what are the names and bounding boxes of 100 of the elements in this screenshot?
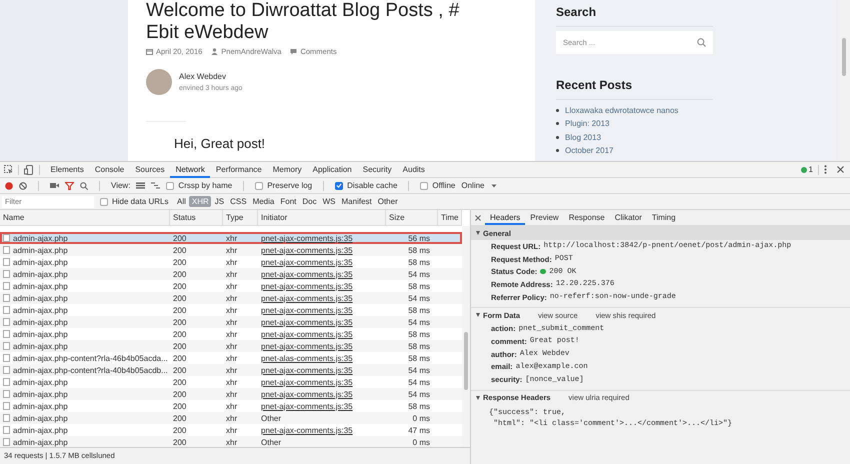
devtools-tab[interactable]: Console (89, 162, 130, 178)
camera-icon[interactable] (50, 182, 59, 189)
checkbox[interactable] (255, 182, 264, 190)
device-icon[interactable] (24, 164, 34, 174)
devtools-tab[interactable]: Sources (130, 162, 170, 178)
throttling-dropdown[interactable]: Online (461, 181, 484, 190)
scrollbar-thumb[interactable] (842, 38, 846, 76)
list-view-icon[interactable] (136, 182, 146, 189)
request-type: xhr (225, 402, 238, 410)
search-icon[interactable] (80, 182, 88, 190)
checkbox[interactable] (100, 198, 108, 206)
close-icon[interactable] (837, 166, 844, 173)
request-name: admin-ajax.php (13, 414, 68, 422)
filter-type-button[interactable]: WS (320, 196, 338, 207)
request-row[interactable]: admin-ajax.php-content?rla-40b4b05acdb... 200 xhr pnet-ajax-comments.js:35 54 ms (0, 364, 462, 376)
request-type: xhr (225, 234, 238, 242)
close-icon[interactable] (475, 214, 481, 220)
request-row[interactable]: admin-ajax.php 200 xhr pnet-ajax-comments.js:35 54 ms (0, 316, 462, 328)
initiator-link[interactable]: pnet-ajax-comments.js:35 (261, 390, 353, 398)
request-row[interactable]: admin-ajax.php 200 xhr pnet-ajax-comments.js:35 54 ms (0, 388, 462, 400)
kebab-menu-icon[interactable] (824, 165, 827, 174)
initiator-link[interactable]: pnet-ajax-comments.js:35 (261, 318, 353, 326)
details-tab[interactable]: Preview (525, 210, 564, 225)
record-icon[interactable] (5, 182, 13, 190)
filter-type-button[interactable]: All (174, 196, 188, 207)
initiator-link[interactable]: pnet-ajax-comments.js:35 (261, 282, 353, 290)
initiator-link[interactable]: pnet-ajax-comments.js:35 (261, 258, 353, 266)
request-row[interactable]: admin-ajax.php 200 xhr pnet-ajax-comments.js:35 58 ms (0, 340, 462, 352)
inspect-icon[interactable] (4, 165, 13, 174)
initiator-link[interactable]: pnet-ajax-comments.js:35 (261, 270, 353, 278)
details-tab[interactable]: Timing (646, 210, 681, 225)
initiator-link[interactable]: pnet-ajax-comments.js:35 (261, 330, 353, 338)
request-row[interactable]: admin-ajax.php 200 xhr Other 0 ms (0, 412, 462, 424)
initiator-link[interactable]: pnet-ajax-comments.js:35 (261, 402, 353, 410)
devtools-tab[interactable]: Application (307, 162, 358, 178)
disclosure-triangle-icon[interactable] (476, 396, 480, 400)
request-row[interactable]: admin-ajax.php 200 xhr pnet-ajax-comments.js:35 58 ms (0, 256, 462, 268)
recent-post-link[interactable]: October 2017 (565, 146, 614, 156)
initiator-link[interactable]: pnet-ajax-comments.js:35 (261, 246, 353, 254)
recent-post-link[interactable]: Lloxawaka edwrotatowce nanos (565, 106, 678, 116)
filter-type-button[interactable]: JS (212, 196, 227, 207)
details-tab[interactable]: Response (564, 210, 610, 225)
column-header[interactable]: Name (0, 210, 170, 225)
devtools-tab[interactable]: Audits (397, 162, 430, 178)
details-tab[interactable]: Clikator (610, 210, 647, 225)
devtools-tab[interactable]: Memory (267, 162, 308, 178)
clear-icon[interactable] (19, 182, 27, 190)
request-row[interactable]: admin-ajax.php 200 xhr pnet-ajax-comments.js:35 54 ms (0, 376, 462, 388)
initiator-link[interactable]: pnet-alas-comments.js:35 (261, 354, 353, 362)
recent-post-link[interactable]: Blog 2013 (565, 132, 602, 142)
recent-post-link[interactable]: Plugin: 2013 (565, 119, 610, 128)
checkbox[interactable] (420, 182, 428, 190)
request-row[interactable]: admin-ajax.php 200 xhr pnet-ajax-comments.js:35 58 ms (0, 280, 462, 292)
request-row[interactable]: admin-ajax.php 200 xhr pnet-ajax-comments.js:35 54 ms (0, 292, 462, 304)
request-row[interactable]: admin-ajax.php 200 xhr pnet-ajax-comments.js:35 58 ms (0, 244, 462, 256)
initiator-link[interactable]: pnet-ajax-comments.js:35 (261, 306, 353, 314)
checkbox[interactable] (166, 182, 174, 190)
caret-icon[interactable] (490, 184, 496, 188)
filter-type-button[interactable]: Other (375, 196, 400, 207)
initiator-link[interactable]: pnet-ajax-comments.js:35 (261, 294, 353, 302)
filter-type-button[interactable]: CSS (228, 196, 250, 207)
column-header[interactable]: Type (223, 210, 258, 225)
column-header[interactable]: Size (386, 210, 438, 225)
request-name: admin-ajax.php (13, 390, 68, 398)
speech-bubble-icon (290, 48, 298, 55)
request-row[interactable]: admin-ajax.php 200 xhr pnet-ajax-comments.js:35 47 ms (0, 424, 462, 436)
devtools-tab[interactable]: Security (357, 162, 398, 178)
column-header[interactable]: Initiator (258, 210, 386, 225)
column-header[interactable]: Time (438, 210, 462, 225)
request-row[interactable]: admin-ajax.php 200 xhr pnet-ajax-comments.js:35 58 ms (0, 328, 462, 340)
initiator-link[interactable]: pnet-ajax-comments.js:35 (261, 366, 353, 374)
initiator-link[interactable]: pnet-ajax-comments.js:35 (261, 342, 353, 350)
request-row[interactable]: admin-ajax.php 200 xhr pnet-ajax-comments.js:35 58 ms (0, 400, 462, 412)
disclosure-triangle-icon[interactable] (476, 313, 480, 318)
filter-type-button[interactable]: Manifest (339, 196, 374, 207)
filter-type-button[interactable]: Font (278, 196, 299, 207)
request-name: admin-ajax.php (13, 402, 68, 410)
request-row[interactable]: admin-ajax.php 200 xhr Other 0 ms (0, 436, 462, 448)
filter-icon[interactable] (65, 182, 74, 190)
filter-type-button[interactable]: Doc (300, 196, 320, 207)
filter-type-button[interactable]: Media (250, 196, 277, 207)
initiator-link[interactable]: pnet-ajax-comments.js:35 (261, 234, 353, 242)
waterfall-icon[interactable] (151, 182, 160, 189)
initiator-link[interactable]: pnet-ajax-comments.js:35 (261, 378, 353, 386)
checkbox[interactable] (335, 182, 344, 190)
devtools-tab[interactable]: Elements (45, 162, 90, 178)
status-code: 200 (172, 294, 188, 302)
request-row[interactable]: admin-ajax.php 200 xhr pnet-ajax-comments.js:35 56 ms (0, 232, 462, 244)
initiator-link[interactable]: pnet-ajax-comments.js:35 (261, 426, 353, 434)
devtools-tab[interactable]: Network (170, 162, 210, 178)
column-header[interactable]: Status (170, 210, 223, 225)
scrollbar-thumb[interactable] (464, 332, 468, 390)
devtools-tab[interactable]: Performance (210, 162, 268, 178)
request-row[interactable]: admin-ajax.php-content?rla-46b4b05acda... 200 xhr pnet-alas-comments.js:35 58 ms (0, 352, 462, 364)
check-circle-icon (800, 166, 807, 172)
request-row[interactable]: admin-ajax.php 200 xhr pnet-ajax-comments.js:35 54 ms (0, 268, 462, 280)
issues-count[interactable]: 1 (808, 165, 813, 174)
request-row[interactable]: admin-ajax.php 200 xhr pnet-ajax-comments.js:35 58 ms (0, 304, 462, 316)
request-type: xhr (225, 354, 238, 362)
disclosure-triangle-icon[interactable] (476, 231, 480, 235)
